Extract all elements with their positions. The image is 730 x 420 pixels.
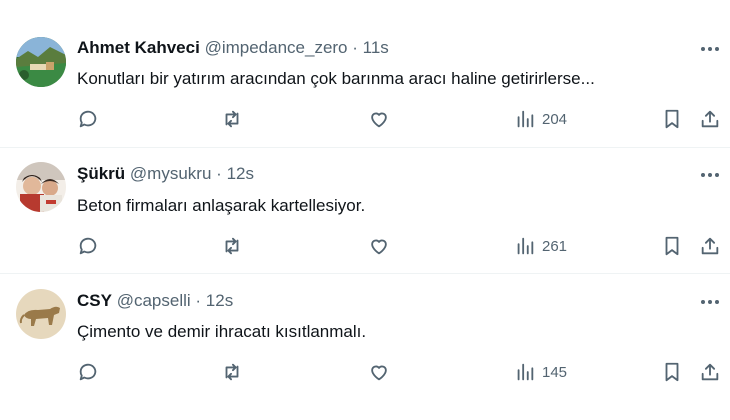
- share-icon: [701, 363, 719, 381]
- like-button[interactable]: [368, 106, 390, 132]
- retweet-button[interactable]: [221, 233, 243, 259]
- tweet-header: Şükrü @mysukru · 12s: [77, 164, 254, 184]
- like-icon: [371, 365, 387, 381]
- reply-icon: [79, 237, 97, 255]
- tweet-feed: Ahmet Kahveci @impedance_zero · 11s Konu…: [0, 0, 730, 420]
- reply-icon: [79, 363, 97, 381]
- bookmark-button[interactable]: [661, 359, 683, 385]
- retweet-icon: [225, 110, 239, 128]
- timestamp[interactable]: 12s: [206, 291, 233, 310]
- more-icon: [701, 173, 705, 177]
- tweet-text: Beton firmaları anlaşarak kartellesiyor.: [77, 196, 366, 215]
- avatar-people-image: [16, 162, 66, 212]
- tweet-item[interactable]: Şükrü @mysukru · 12s Beton firmaları anl…: [0, 148, 730, 274]
- avatar-landscape-image: [16, 37, 66, 87]
- tweet-header: Ahmet Kahveci @impedance_zero · 11s: [77, 38, 389, 58]
- tweet-actions: 204: [0, 106, 730, 132]
- bookmark-button[interactable]: [661, 106, 683, 132]
- share-icon: [701, 110, 719, 128]
- like-icon: [371, 112, 387, 128]
- views-count: 145: [542, 363, 568, 381]
- timestamp[interactable]: 11s: [363, 38, 389, 57]
- views-count: 204: [542, 110, 568, 128]
- display-name[interactable]: Ahmet Kahveci: [77, 38, 200, 57]
- display-name[interactable]: Şükrü: [77, 164, 125, 183]
- tweet-text: Konutları bir yatırım aracından çok barı…: [77, 69, 595, 88]
- tweet-item[interactable]: CSY @capselli · 12s Çimento ve demir ihr…: [0, 274, 730, 420]
- bookmark-icon: [665, 362, 679, 382]
- views-button[interactable]: 204: [514, 106, 567, 132]
- views-icon: [517, 363, 534, 381]
- retweet-icon: [225, 363, 239, 381]
- tweet-actions: 145: [0, 359, 730, 385]
- more-options-button[interactable]: [698, 165, 722, 185]
- avatar[interactable]: [16, 289, 66, 339]
- user-handle[interactable]: @impedance_zero: [205, 38, 348, 57]
- timestamp[interactable]: 12s: [227, 164, 254, 183]
- views-icon: [517, 237, 534, 255]
- views-count: 261: [542, 237, 568, 255]
- user-handle[interactable]: @capselli: [117, 291, 191, 310]
- more-icon: [701, 300, 705, 304]
- views-button[interactable]: 261: [514, 233, 567, 259]
- avatar-animal-image: [16, 289, 66, 339]
- more-options-button[interactable]: [698, 39, 722, 59]
- tweet-actions: 261: [0, 233, 730, 259]
- retweet-button[interactable]: [221, 106, 243, 132]
- retweet-icon: [225, 237, 239, 255]
- separator-dot: ·: [216, 164, 222, 183]
- reply-button[interactable]: [77, 233, 99, 259]
- share-button[interactable]: [699, 233, 721, 259]
- bookmark-button[interactable]: [661, 233, 683, 259]
- tweet-item[interactable]: Ahmet Kahveci @impedance_zero · 11s Konu…: [0, 0, 730, 148]
- reply-icon: [79, 110, 97, 128]
- like-button[interactable]: [368, 359, 390, 385]
- avatar[interactable]: [16, 162, 66, 212]
- reply-button[interactable]: [77, 359, 99, 385]
- avatar[interactable]: [16, 37, 66, 87]
- more-options-button[interactable]: [698, 292, 722, 312]
- user-handle[interactable]: @mysukru: [130, 164, 212, 183]
- views-button[interactable]: 145: [514, 359, 567, 385]
- tweet-text: Çimento ve demir ihracatı kısıtlanmalı.: [77, 322, 367, 341]
- display-name[interactable]: CSY: [77, 291, 112, 310]
- share-button[interactable]: [699, 359, 721, 385]
- tweet-header: CSY @capselli · 12s: [77, 291, 233, 311]
- reply-button[interactable]: [77, 106, 99, 132]
- share-button[interactable]: [699, 106, 721, 132]
- share-icon: [701, 237, 719, 255]
- like-icon: [371, 239, 387, 255]
- bookmark-icon: [665, 109, 679, 129]
- more-icon: [701, 47, 705, 51]
- views-icon: [517, 110, 534, 128]
- like-button[interactable]: [368, 233, 390, 259]
- separator-dot: ·: [195, 291, 202, 310]
- retweet-button[interactable]: [221, 359, 243, 385]
- separator-dot: ·: [352, 38, 358, 57]
- bookmark-icon: [665, 236, 679, 256]
